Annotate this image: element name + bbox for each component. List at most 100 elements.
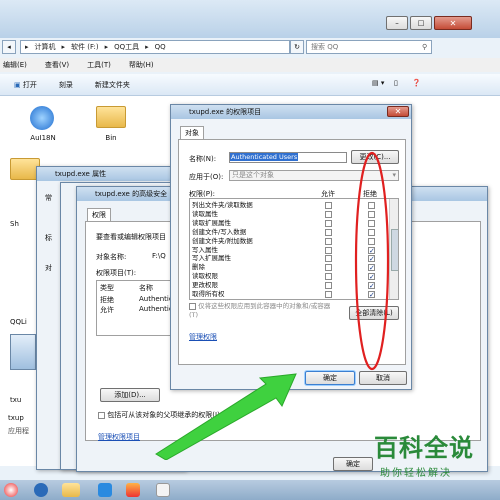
allow-checkbox[interactable] [325, 202, 332, 209]
allow-checkbox[interactable] [325, 219, 332, 227]
permission-entry-title: txupd.exe 的权限项目 [171, 105, 411, 119]
allow-checkbox[interactable] [325, 246, 332, 254]
props-fragment: 标 [45, 234, 52, 242]
object-name-value: F:\Q [152, 252, 166, 260]
address-separator-icon: ▸ [61, 43, 66, 51]
menu-item-tools[interactable]: 工具(T) [87, 58, 111, 72]
permission-name: 取得所有权 [192, 290, 225, 298]
allow-checkbox[interactable] [325, 237, 332, 245]
permission-name: 读取权限 [192, 272, 218, 281]
file-type-label: 应用程 [8, 427, 29, 435]
manage-permissions-link[interactable]: 管理权限 [189, 332, 217, 342]
deny-column-annotation [354, 151, 390, 371]
refresh-button[interactable]: ↻ [290, 40, 304, 54]
search-input[interactable]: 搜索 QQ [306, 40, 432, 54]
file-item[interactable]: txu txup 应用程 [6, 330, 38, 440]
start-icon[interactable] [4, 483, 18, 497]
permission-name: 更改权限 [192, 281, 218, 290]
allow-checkbox[interactable] [325, 291, 332, 298]
file-label: txu [10, 396, 22, 404]
object-name-label: 对象名称: [96, 253, 127, 261]
menu-item-help[interactable]: 帮助(H) [129, 58, 154, 72]
address-segment[interactable]: QQ工具 [114, 42, 139, 52]
name-field[interactable]: Authenticated Users [229, 152, 347, 163]
address-segment[interactable]: 计算机 [35, 42, 56, 52]
address-separator-icon: ▸ [104, 43, 109, 51]
allow-checkbox[interactable] [325, 273, 332, 281]
row-name: Authentic [139, 295, 173, 303]
maximize-button[interactable]: □ [410, 16, 432, 30]
view-options: ▤ ▾ ▯ ❓ [372, 79, 432, 91]
column-type[interactable]: 类型 [100, 283, 114, 293]
burn-button[interactable]: 刻录 [59, 80, 73, 90]
search-icon[interactable]: ⚲ [422, 41, 432, 53]
address-separator-icon: ▸ [25, 43, 29, 51]
permission-name: 列出文件夹/读取数据 [192, 201, 253, 209]
open-icon: ▣ [14, 80, 21, 89]
close-button[interactable]: ✕ [434, 16, 472, 30]
file-label: QQLi [10, 318, 27, 326]
manage-permissions-link[interactable]: 管理权限项目 [98, 432, 140, 442]
apply-children-checkbox[interactable]: 仅将这些权限应用到此容器中的对象和/或容器(T) [189, 302, 339, 320]
checkbox[interactable] [98, 411, 105, 419]
paint-app-icon[interactable] [126, 483, 140, 497]
allow-checkbox[interactable] [325, 210, 332, 218]
view-menu-icon[interactable]: ▤ ▾ [372, 79, 384, 87]
app-s-icon[interactable] [98, 483, 112, 497]
file-item[interactable]: Bin [86, 104, 136, 154]
open-button[interactable]: ▣ 打开 [14, 80, 37, 90]
tab-permissions[interactable]: 权限 [87, 208, 111, 221]
tab-general[interactable]: 常 [45, 193, 52, 203]
column-name[interactable]: 名称 [139, 283, 153, 293]
row-type: 拒绝 [100, 296, 114, 304]
ok-button[interactable]: 确定 [305, 371, 355, 385]
back-button[interactable]: ◂ [2, 40, 16, 54]
permission-entry-close[interactable]: ✕ [387, 106, 409, 117]
chevron-down-icon: ▾ [392, 171, 396, 179]
permission-entries-label: 权限项目(T): [96, 269, 137, 277]
address-separator-icon: ▸ [145, 43, 149, 51]
cancel-button[interactable]: 取消 [359, 371, 407, 385]
allow-checkbox[interactable] [325, 264, 332, 272]
exe-icon [10, 334, 36, 370]
allow-checkbox[interactable] [325, 255, 332, 263]
menu-item-edit[interactable]: 编辑(E) [3, 58, 27, 72]
apply-to-label: 应用于(O): [189, 173, 224, 181]
chat-app-icon[interactable] [34, 483, 48, 497]
properties-dialog-title: txupd.exe 属性 [37, 167, 185, 181]
folder-taskbar-icon[interactable] [62, 483, 80, 497]
file-item[interactable]: AuI18N [18, 104, 68, 154]
file-label: Bin [105, 134, 117, 142]
permission-name: 写入扩展属性 [192, 254, 231, 263]
row-name: Authentic [139, 305, 173, 313]
new-folder-button[interactable]: 新建文件夹 [95, 80, 130, 90]
address-bar[interactable]: ▸ 计算机 ▸ 软件 (F:) ▸ QQ工具 ▸ QQ [20, 40, 290, 54]
permission-entries-list: 类型 名称 拒绝 Authentic 允许 Authentic [96, 280, 180, 336]
address-segment[interactable]: QQ [155, 43, 166, 51]
open-label: 打开 [22, 80, 37, 89]
permission-name: 创建文件夹/附加数据 [192, 236, 253, 245]
apply-children-label: 仅将这些权限应用到此容器中的对象和/或容器(T) [189, 302, 331, 319]
advanced-ok-button[interactable]: 确定 [333, 457, 373, 471]
apply-to-value: 只是这个对象 [232, 171, 274, 179]
minimize-button[interactable]: – [386, 16, 408, 30]
scrollbar-thumb[interactable] [391, 229, 398, 271]
tab-object[interactable]: 对象 [180, 126, 204, 139]
preview-pane-icon[interactable]: ▯ [394, 79, 398, 87]
allow-checkbox[interactable] [325, 282, 332, 290]
folder-icon [96, 106, 126, 128]
file-label: Sh [10, 220, 19, 228]
menu-item-view[interactable]: 查看(V) [45, 58, 69, 72]
permissions-description: 要查看或编辑权限项目 [96, 233, 166, 241]
checkbox[interactable] [189, 303, 196, 310]
permission-name: 创建文件/写入数据 [192, 227, 247, 236]
help-icon[interactable]: ❓ [412, 79, 421, 87]
table-row[interactable]: 拒绝 Authentic [100, 295, 180, 305]
address-segment[interactable]: 软件 (F:) [71, 42, 99, 52]
props-fragment: 对 [45, 264, 52, 272]
document-app-icon[interactable] [156, 483, 170, 497]
allow-checkbox[interactable] [325, 228, 332, 236]
table-row[interactable]: 允许 Authentic [100, 305, 180, 315]
watermark-title: 百科全说 [374, 434, 474, 462]
file-label: txup [8, 414, 24, 422]
